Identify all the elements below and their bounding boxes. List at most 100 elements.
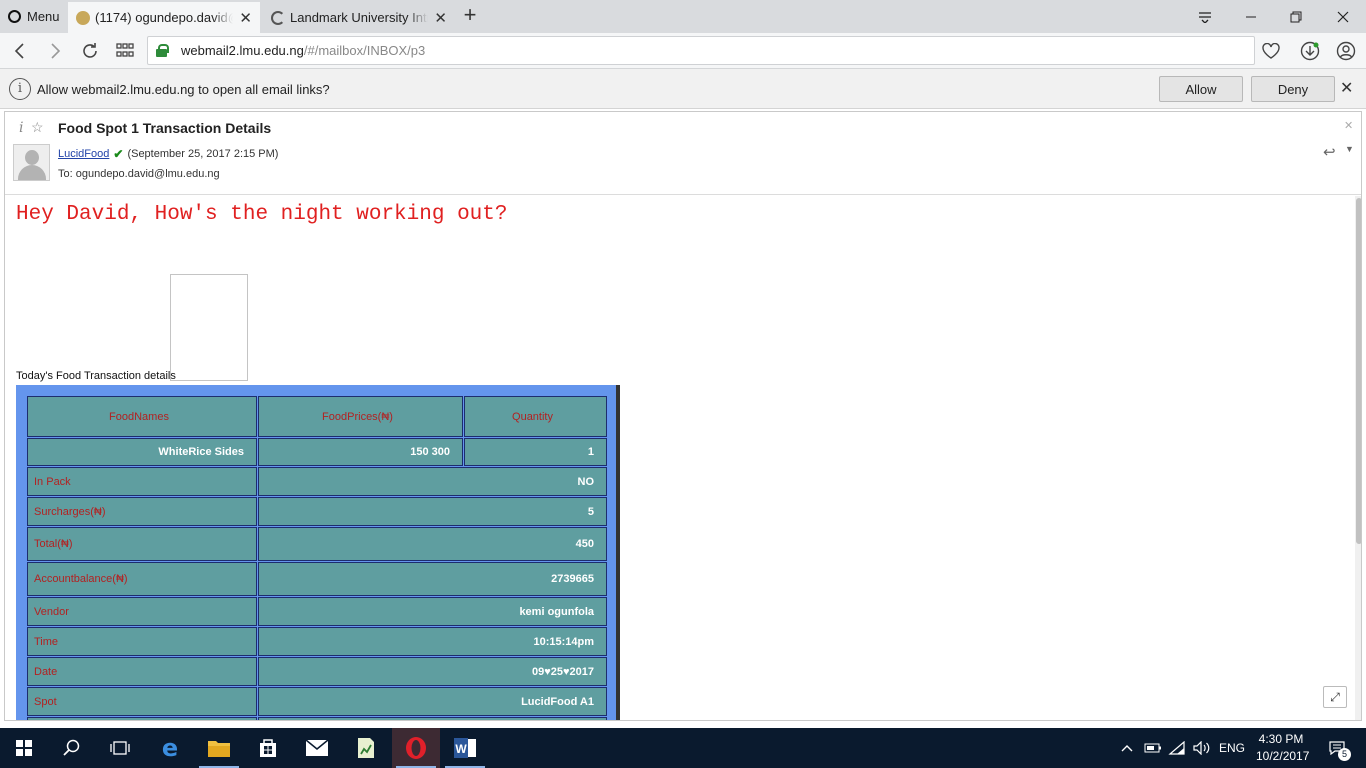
- battery-icon[interactable]: [1144, 728, 1162, 768]
- email-subject: Food Spot 1 Transaction Details: [58, 120, 272, 136]
- email-scrollbar[interactable]: [1355, 196, 1361, 720]
- url-host: webmail2.lmu.edu.ng: [181, 43, 304, 58]
- row-value: LucidFood A1: [258, 687, 607, 716]
- column-header: FoodNames: [27, 396, 257, 437]
- allow-button[interactable]: Allow: [1159, 76, 1243, 102]
- restore-button[interactable]: [1273, 0, 1319, 33]
- mail-icon[interactable]: [293, 728, 341, 768]
- tab-title: (1174) ogundepo.david@lmu.edu.ng: [95, 10, 233, 25]
- sender-link[interactable]: LucidFood: [58, 148, 109, 160]
- opera-logo-icon: [8, 10, 21, 23]
- clock-time: 4:30 PM: [1258, 732, 1304, 746]
- minimize-button[interactable]: [1228, 0, 1274, 33]
- transaction-table: FoodNames FoodPrices(₦) Quantity WhiteRi…: [26, 395, 608, 720]
- table-row: Vendor kemi ogunfola: [27, 597, 607, 626]
- row-label: Spot: [27, 687, 257, 716]
- url-field[interactable]: webmail2.lmu.edu.ng/#/mailbox/INBOX/p3: [147, 36, 1255, 65]
- table-row-partial: [27, 717, 607, 720]
- table-row: Spot LucidFood A1: [27, 687, 607, 716]
- new-tab-button[interactable]: +: [458, 4, 482, 28]
- food-price-cell: 150 300: [258, 438, 463, 466]
- row-value: 5: [258, 497, 607, 526]
- row-value: kemi ogunfola: [258, 597, 607, 626]
- edge-browser-icon[interactable]: e: [146, 728, 194, 768]
- table-caption: Today's Food Transaction details: [16, 370, 176, 382]
- tab-menu-icon[interactable]: [1182, 0, 1228, 33]
- row-value: 2739665: [258, 562, 607, 596]
- row-label: Date: [27, 657, 257, 686]
- protocol-handler-notification: i Allow webmail2.lmu.edu.ng to open all …: [0, 69, 1366, 109]
- email-viewer: i ☆ Food Spot 1 Transaction Details Luci…: [4, 111, 1362, 721]
- column-header: FoodPrices(₦): [258, 396, 463, 437]
- table-header-row: FoodNames FoodPrices(₦) Quantity: [27, 396, 607, 437]
- close-tab-icon[interactable]: ✕: [434, 9, 447, 27]
- wifi-icon[interactable]: [1168, 728, 1186, 768]
- broken-image-placeholder: [170, 274, 248, 381]
- moon-favicon-icon: [271, 10, 285, 25]
- clock[interactable]: 4:30 PM 10/2/2017: [1256, 731, 1310, 765]
- spreadsheet-app-icon[interactable]: [342, 728, 390, 768]
- scrollbar-thumb[interactable]: [1356, 198, 1361, 544]
- quantity-cell: 1: [464, 438, 607, 466]
- account-icon[interactable]: [1333, 38, 1359, 64]
- recipient-line: To: ogundepo.david@lmu.edu.ng: [58, 168, 220, 180]
- sender-line: LucidFood ✔ (September 25, 2017 2:15 PM): [58, 147, 278, 161]
- opera-menu-button[interactable]: Menu: [0, 0, 66, 33]
- tab-webmail[interactable]: (1174) ogundepo.david@lmu.edu.ng ✕: [68, 2, 260, 33]
- table-row: Time 10:15:14pm: [27, 627, 607, 656]
- word-icon[interactable]: W: [441, 728, 489, 768]
- table-row: Total(₦) 450: [27, 527, 607, 561]
- heart-bookmark-icon[interactable]: [1258, 38, 1284, 64]
- notification-text: Allow webmail2.lmu.edu.ng to open all em…: [37, 82, 330, 97]
- close-email-icon[interactable]: ✕: [1344, 119, 1353, 132]
- avatar: [13, 144, 50, 181]
- row-value: 10:15:14pm: [258, 627, 607, 656]
- lock-icon: [156, 44, 169, 57]
- chevron-down-icon[interactable]: ▼: [1345, 144, 1354, 154]
- store-icon[interactable]: [244, 728, 292, 768]
- svg-text:W: W: [455, 742, 467, 756]
- row-label: Vendor: [27, 597, 257, 626]
- opera-browser-icon[interactable]: [392, 728, 440, 768]
- expand-icon[interactable]: ⤢: [1323, 686, 1347, 708]
- close-window-button[interactable]: [1320, 0, 1366, 33]
- close-tab-icon[interactable]: ✕: [239, 9, 252, 27]
- row-value: 09♥25♥2017: [258, 657, 607, 686]
- deny-button[interactable]: Deny: [1251, 76, 1335, 102]
- volume-icon[interactable]: [1193, 728, 1211, 768]
- greeting-text: Hey David, How's the night working out?: [16, 203, 508, 226]
- verified-check-icon: ✔: [113, 147, 124, 161]
- star-icon[interactable]: ☆: [31, 119, 44, 136]
- table-row: In Pack NO: [27, 467, 607, 496]
- back-button[interactable]: [6, 38, 32, 64]
- clock-date: 10/2/2017: [1256, 749, 1310, 763]
- close-notification-icon[interactable]: ✕: [1340, 78, 1353, 98]
- row-label: Surcharges(₦): [27, 497, 257, 526]
- action-center-icon[interactable]: 5: [1322, 728, 1352, 768]
- table-row: Date 09♥25♥2017: [27, 657, 607, 686]
- row-value: NO: [258, 467, 607, 496]
- reload-button[interactable]: [77, 38, 103, 64]
- start-button[interactable]: [0, 728, 48, 768]
- forward-button[interactable]: [43, 38, 69, 64]
- email-header: i ☆ Food Spot 1 Transaction Details Luci…: [5, 112, 1361, 195]
- chevron-up-icon[interactable]: [1120, 728, 1134, 768]
- info-icon: i: [9, 78, 31, 100]
- table-row: Accountbalance(₦) 2739665: [27, 562, 607, 596]
- language-indicator[interactable]: ENG: [1219, 728, 1245, 768]
- speed-dial-grid-icon[interactable]: [112, 38, 138, 64]
- info-icon[interactable]: i: [19, 120, 23, 136]
- email-date: (September 25, 2017 2:15 PM): [127, 148, 279, 160]
- tab-bar: Menu (1174) ogundepo.david@lmu.edu.ng ✕ …: [0, 0, 1366, 33]
- file-explorer-icon[interactable]: [195, 728, 243, 768]
- search-icon[interactable]: [48, 728, 96, 768]
- task-view-icon[interactable]: [96, 728, 144, 768]
- tab-intranet[interactable]: Landmark University Intranet ✕: [263, 2, 455, 33]
- webmail-favicon-icon: [76, 10, 90, 25]
- reply-icon[interactable]: ↩: [1323, 143, 1336, 161]
- column-header: Quantity: [464, 396, 607, 437]
- downloads-icon[interactable]: [1297, 38, 1323, 64]
- row-value: 450: [258, 527, 607, 561]
- windows-logo-icon: [16, 740, 32, 756]
- tab-title: Landmark University Intranet: [290, 10, 428, 25]
